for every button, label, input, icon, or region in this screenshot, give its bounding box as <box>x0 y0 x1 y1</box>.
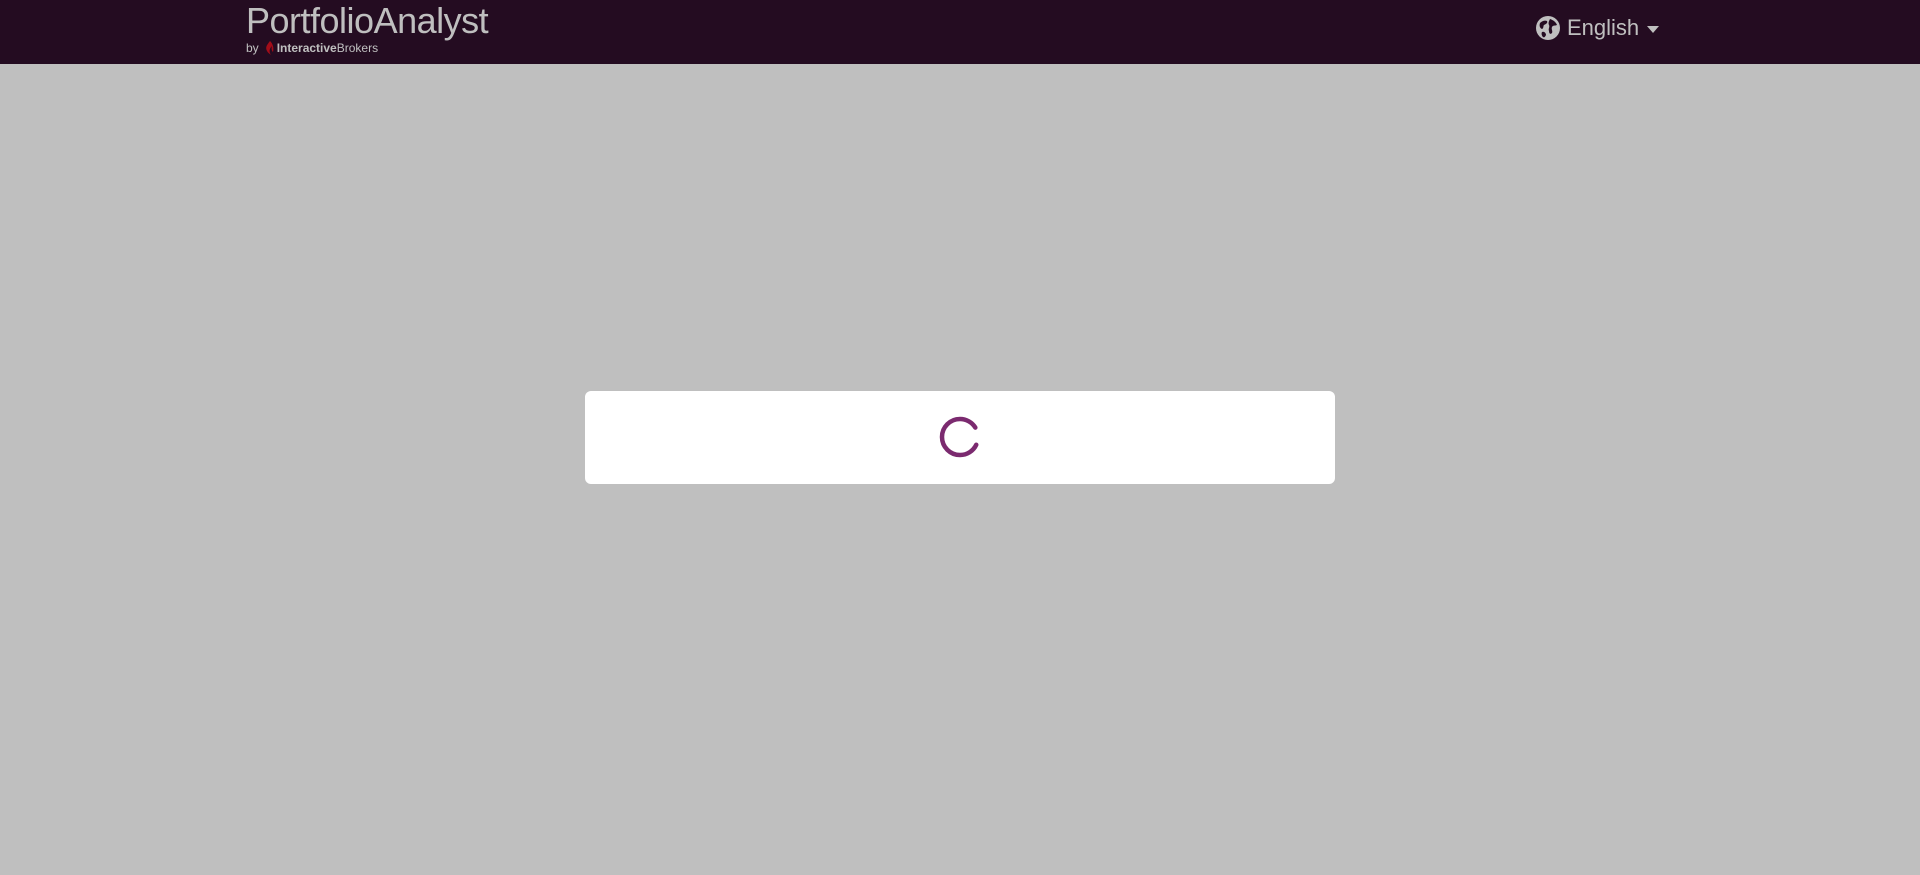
spinner-icon <box>939 416 981 458</box>
loading-dialog <box>585 391 1335 484</box>
